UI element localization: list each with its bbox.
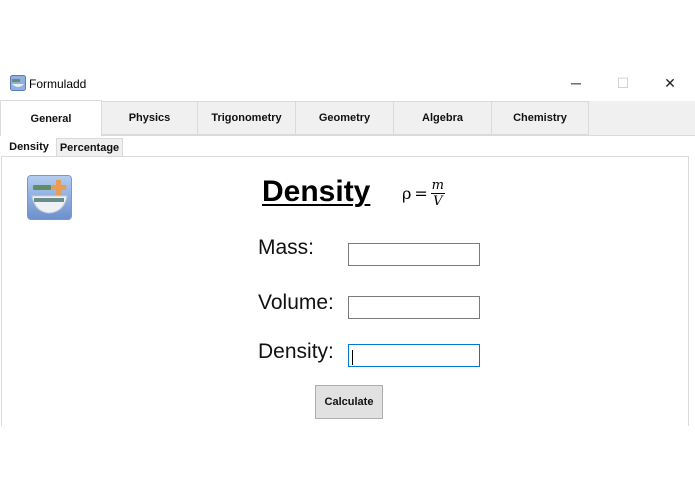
main-tab-bar: General Physics Trigonometry Geometry Al… xyxy=(0,100,695,136)
close-button[interactable]: ✕ xyxy=(647,68,693,98)
app-icon xyxy=(10,75,26,91)
subtab-percentage[interactable]: Percentage xyxy=(56,138,123,156)
density-formula: ρ = m V xyxy=(402,178,445,208)
volume-label: Volume: xyxy=(258,291,334,314)
text-caret xyxy=(352,350,353,365)
tab-chemistry[interactable]: Chemistry xyxy=(492,101,589,135)
calculate-button[interactable]: Calculate xyxy=(315,385,383,419)
formula-app-logo-icon xyxy=(28,176,71,219)
formula-equals: = xyxy=(414,183,428,203)
density-input[interactable] xyxy=(348,344,480,367)
mass-input[interactable] xyxy=(348,243,480,266)
density-label: Density: xyxy=(258,340,334,363)
page-title: Density xyxy=(262,175,371,208)
app-window: Formuladd ─ ☐ ✕ General Physics Trigonom… xyxy=(0,68,695,426)
tab-physics[interactable]: Physics xyxy=(102,101,198,135)
window-title: Formuladd xyxy=(29,77,87,91)
maximize-button[interactable]: ☐ xyxy=(600,68,646,98)
mass-label: Mass: xyxy=(258,236,315,259)
formula-denominator: V xyxy=(433,193,443,209)
sub-tab-bar: Density Percentage xyxy=(0,136,695,156)
tab-algebra[interactable]: Algebra xyxy=(394,101,492,135)
subtab-density[interactable]: Density xyxy=(4,138,54,156)
formula-numerator: m xyxy=(431,177,444,193)
volume-input[interactable] xyxy=(348,296,480,319)
tab-general[interactable]: General xyxy=(0,100,102,136)
tab-trigonometry[interactable]: Trigonometry xyxy=(198,101,296,135)
density-panel: Density ρ = m V Mass: Volume: Density: C… xyxy=(1,156,689,426)
formula-rho: ρ xyxy=(402,183,412,203)
tab-geometry[interactable]: Geometry xyxy=(296,101,394,135)
minimize-button[interactable]: ─ xyxy=(553,68,599,98)
title-bar[interactable]: Formuladd ─ ☐ ✕ xyxy=(0,68,695,100)
formula-fraction: m V xyxy=(430,177,445,209)
